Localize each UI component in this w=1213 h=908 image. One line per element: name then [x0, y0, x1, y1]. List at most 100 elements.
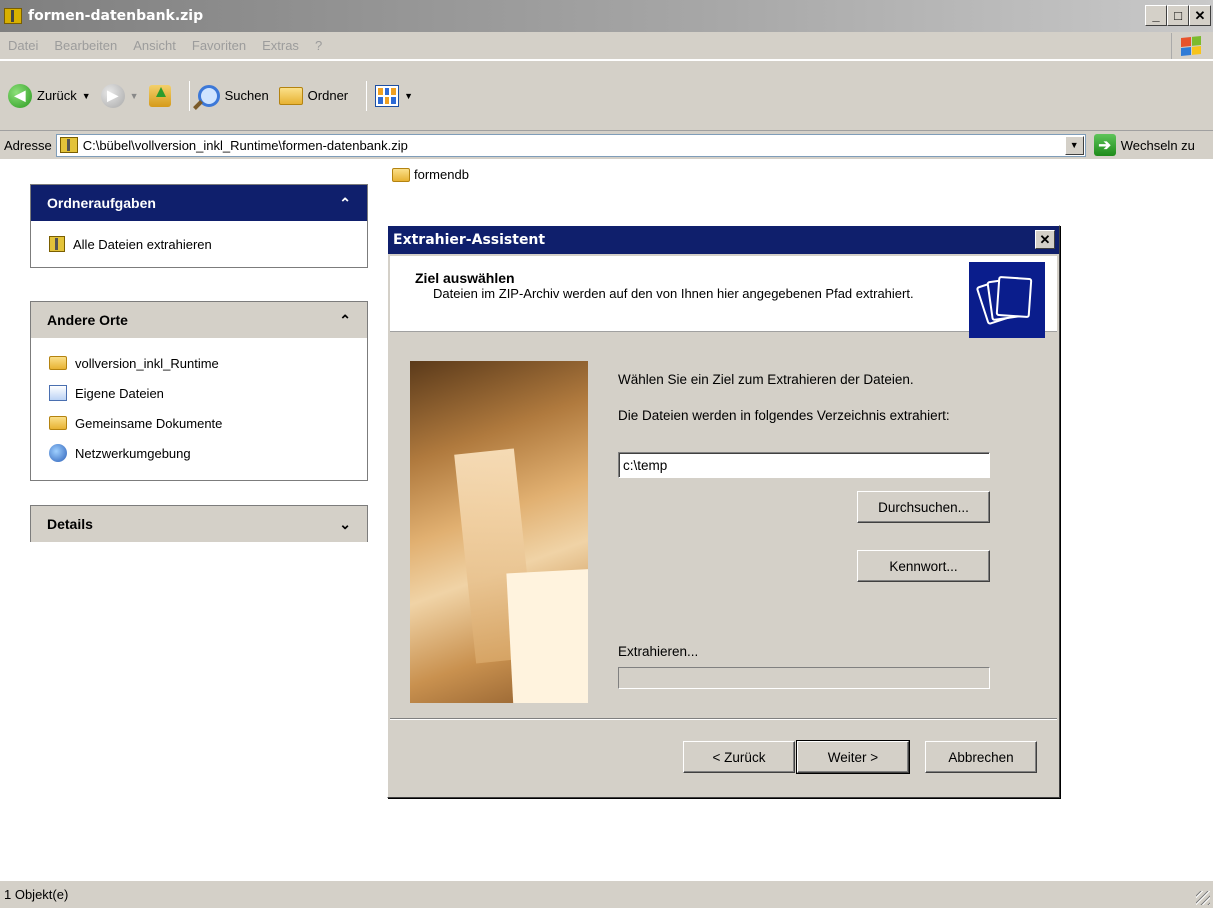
panel-andere-orte-header[interactable]: Andere Orte ⌃ [31, 302, 367, 338]
zip-folder-icon [49, 236, 65, 252]
panel-details-header[interactable]: Details ⌄ [31, 506, 367, 542]
close-button[interactable]: ✕ [1189, 5, 1211, 26]
toolbar-separator [188, 80, 190, 111]
wizard-back-button[interactable]: < Zurück [683, 741, 795, 773]
task-label: Alle Dateien extrahieren [73, 236, 212, 252]
password-button[interactable]: Kennwort... [857, 550, 990, 582]
folders-icon [278, 86, 303, 105]
dialog-close-button[interactable]: ✕ [1035, 230, 1055, 249]
address-dropdown-button[interactable]: ▼ [1064, 135, 1084, 155]
file-item-formendb[interactable]: formendb [392, 167, 469, 182]
dialog-header: Ziel auswählen Dateien im ZIP-Archiv wer… [390, 256, 1057, 338]
expand-icon[interactable]: ⌄ [339, 516, 351, 533]
panel-andere-orte: Andere Orte ⌃ vollversion_inkl_Runtime E… [30, 301, 368, 481]
place-label: Gemeinsame Dokumente [75, 415, 223, 431]
directory-label: Die Dateien werden in folgendes Verzeich… [618, 408, 950, 423]
window-title: formen-datenbank.zip [28, 8, 204, 24]
panel-ordneraufgaben-header[interactable]: Ordneraufgaben ⌃ [31, 185, 367, 221]
menu-help[interactable]: ? [307, 38, 330, 53]
place-label: Netzwerkumgebung [75, 445, 191, 461]
place-netzwerkumgebung[interactable]: Netzwerkumgebung [49, 438, 351, 468]
panel-title: Ordneraufgaben [47, 195, 156, 211]
back-arrow-icon: ◀ [8, 83, 32, 108]
folders-label: Ordner [307, 88, 349, 103]
wizard-next-button[interactable]: Weiter > [796, 740, 910, 774]
menu-extras[interactable]: Extras [254, 38, 307, 53]
panel-title: Details [47, 516, 93, 532]
dialog-titlebar: Extrahier-Assistent ✕ [388, 226, 1059, 254]
go-label: Wechseln zu [1120, 137, 1195, 153]
address-bar: Adresse C:\bübel\vollversion_inkl_Runtim… [0, 131, 1213, 159]
menu-favoriten[interactable]: Favoriten [184, 38, 254, 53]
wizard-cancel-button[interactable]: Abbrechen [925, 741, 1037, 773]
panel-title: Andere Orte [47, 312, 128, 328]
wizard-illustration [410, 361, 588, 703]
collapse-icon[interactable]: ⌃ [339, 312, 351, 329]
wizard-folders-icon [969, 262, 1045, 338]
views-icon [375, 84, 400, 107]
menu-datei[interactable]: Datei [0, 38, 46, 53]
extract-wizard-dialog: Extrahier-Assistent ✕ Ziel auswählen Dat… [387, 225, 1060, 798]
search-icon [197, 84, 220, 107]
file-name: formendb [414, 167, 469, 182]
maximize-button[interactable]: □ [1167, 5, 1189, 26]
folders-button[interactable]: Ordner [278, 86, 349, 105]
folder-icon [49, 356, 67, 370]
go-arrow-icon: ➔ [1093, 134, 1116, 156]
address-label: Adresse [4, 137, 52, 153]
menu-bar: Datei Bearbeiten Ansicht Favoriten Extra… [0, 32, 1213, 60]
panel-body: Alle Dateien extrahieren [31, 221, 367, 267]
views-button[interactable]: ▼ [375, 84, 413, 107]
search-button[interactable]: Suchen [197, 84, 269, 107]
menu-ansicht[interactable]: Ansicht [125, 38, 184, 53]
window-controls: _ □ ✕ [1145, 5, 1211, 26]
forward-arrow-icon: ▶ [100, 83, 125, 108]
minimize-button[interactable]: _ [1145, 5, 1167, 26]
panel-details: Details ⌄ [30, 505, 368, 542]
zip-folder-icon [4, 8, 22, 24]
toolbar: ◀ Zurück ▼ ▶ ▼ Suchen Ordner ▼ [0, 61, 1213, 131]
up-button[interactable] [148, 84, 171, 107]
folder-icon [392, 167, 410, 182]
views-dropdown-icon[interactable]: ▼ [404, 91, 413, 101]
place-gemeinsame-dokumente[interactable]: Gemeinsame Dokumente [49, 408, 351, 438]
place-label: vollversion_inkl_Runtime [75, 355, 219, 371]
windows-logo-icon [1171, 33, 1209, 59]
extract-progress-bar [618, 667, 990, 689]
collapse-icon[interactable]: ⌃ [339, 195, 351, 212]
place-label: Eigene Dateien [75, 385, 164, 401]
menu-bearbeiten[interactable]: Bearbeiten [46, 38, 125, 53]
address-value: C:\bübel\vollversion_inkl_Runtime\formen… [82, 137, 408, 153]
panel-body: vollversion_inkl_Runtime Eigene Dateien … [31, 338, 367, 480]
back-button[interactable]: ◀ Zurück ▼ [8, 83, 91, 108]
my-documents-icon [49, 385, 67, 401]
status-bar: 1 Objekt(e) [0, 880, 1213, 908]
dialog-prompt: Wählen Sie ein Ziel zum Extrahieren der … [618, 372, 914, 387]
browse-button[interactable]: Durchsuchen... [857, 491, 990, 523]
task-extract-all[interactable]: Alle Dateien extrahieren [49, 229, 351, 259]
go-button[interactable]: ➔ Wechseln zu [1093, 134, 1195, 156]
forward-dropdown-icon[interactable]: ▼ [130, 91, 139, 101]
toolbar-separator [366, 80, 368, 111]
address-input[interactable]: C:\bübel\vollversion_inkl_Runtime\formen… [55, 133, 1086, 157]
place-eigene-dateien[interactable]: Eigene Dateien [49, 378, 351, 408]
place-vollversion[interactable]: vollversion_inkl_Runtime [49, 348, 351, 378]
dialog-title: Extrahier-Assistent [393, 232, 546, 248]
dialog-subtitle: Dateien im ZIP-Archiv werden auf den von… [433, 286, 914, 301]
zip-folder-icon [59, 137, 78, 153]
panel-ordneraufgaben: Ordneraufgaben ⌃ Alle Dateien extrahiere… [30, 184, 368, 268]
resize-grip-icon[interactable] [1196, 891, 1210, 905]
back-dropdown-icon[interactable]: ▼ [82, 91, 91, 101]
dialog-separator [390, 718, 1057, 720]
network-icon [49, 444, 67, 462]
back-label: Zurück [37, 88, 77, 103]
directory-input[interactable] [618, 452, 990, 478]
window-titlebar: formen-datenbank.zip _ □ ✕ [0, 0, 1213, 32]
status-text: 1 Objekt(e) [4, 887, 69, 902]
search-label: Suchen [224, 88, 269, 103]
progress-label: Extrahieren... [618, 644, 699, 659]
folder-up-icon [148, 84, 171, 107]
forward-button[interactable]: ▶ ▼ [100, 83, 139, 108]
dialog-heading: Ziel auswählen [415, 270, 515, 286]
folder-icon [49, 416, 67, 430]
